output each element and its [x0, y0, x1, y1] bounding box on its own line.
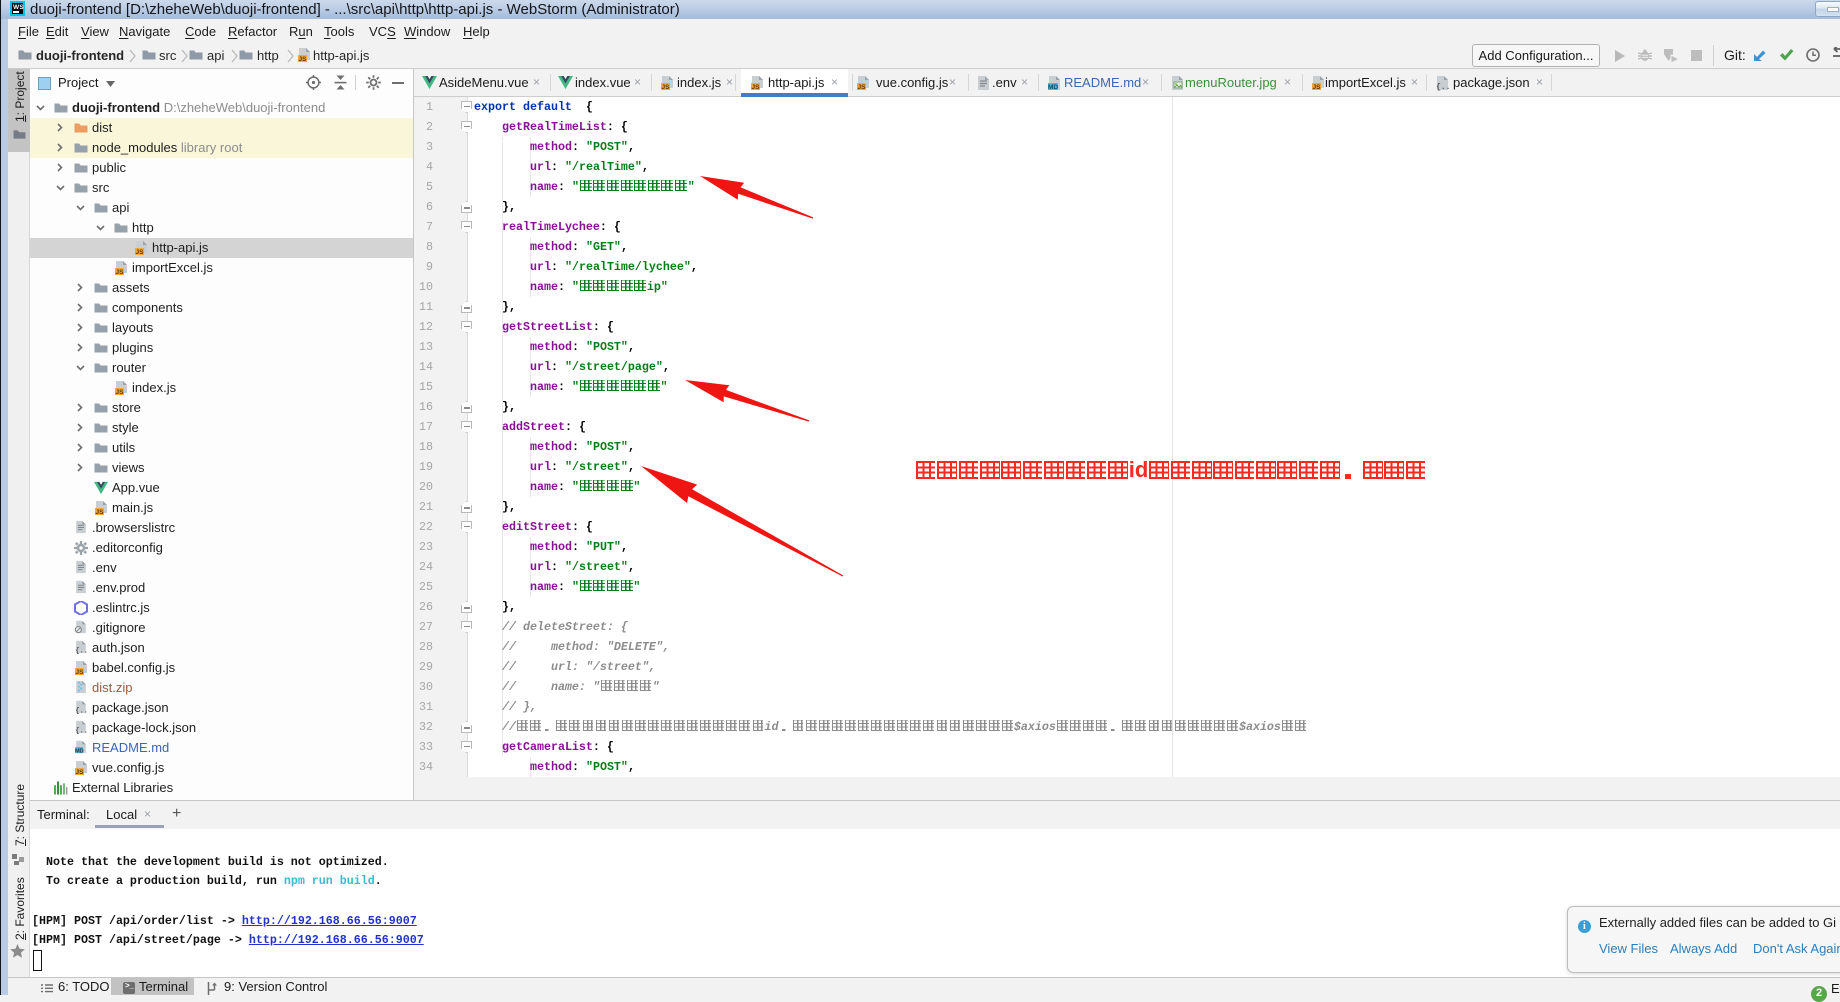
svg-text:MD: MD: [1048, 84, 1058, 91]
svg-text:JS: JS: [76, 669, 85, 676]
svg-text:{..}: {..}: [75, 647, 88, 654]
svg-text:JS: JS: [752, 84, 761, 91]
svg-text:JS: JS: [662, 84, 671, 91]
svg-text:JS: JS: [1313, 84, 1322, 91]
svg-text:JS: JS: [76, 769, 85, 776]
svg-text:{..}: {..}: [1436, 83, 1450, 91]
svg-text:{..}: {..}: [75, 707, 88, 714]
svg-text:JS: JS: [96, 509, 105, 516]
svg-text:JS: JS: [116, 389, 125, 396]
svg-text:JS: JS: [116, 269, 125, 276]
svg-text:JS: JS: [299, 56, 308, 63]
svg-text:MD: MD: [75, 748, 84, 754]
svg-text:{..}: {..}: [75, 727, 88, 734]
svg-text:JS: JS: [858, 84, 867, 91]
svg-text:JS: JS: [136, 249, 145, 256]
